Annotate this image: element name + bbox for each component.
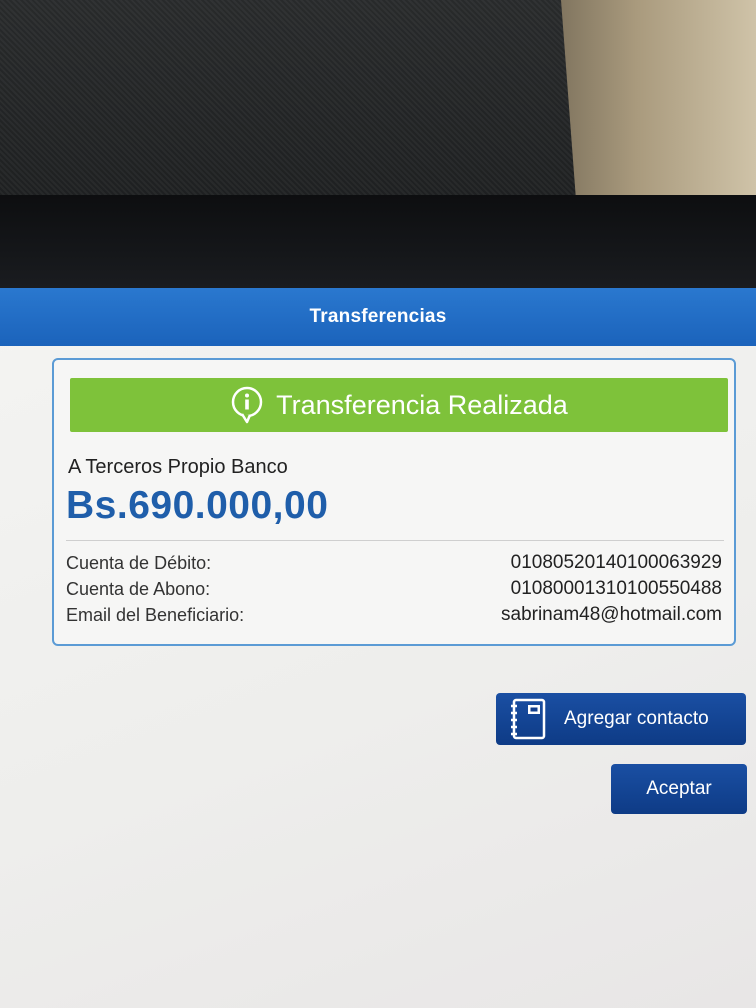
add-contact-label: Agregar contacto — [564, 708, 709, 729]
transfer-amount: Bs.690.000,00 — [66, 484, 329, 527]
detail-label: Cuenta de Abono: — [66, 578, 211, 599]
transfer-receipt-card: Transferencia Realizada A Terceros Propi… — [52, 358, 736, 646]
app-screen: Transferencias Transferencia Realizada A… — [0, 288, 756, 1008]
detail-value: sabrinam48@hotmail.com — [501, 604, 722, 625]
accept-label: Aceptar — [646, 778, 712, 799]
navbar: Transferencias — [0, 288, 756, 346]
address-book-icon — [511, 698, 546, 740]
add-contact-button[interactable]: Agregar contacto — [496, 693, 746, 745]
detail-value: 01080001310100550488 — [510, 578, 722, 599]
detail-row-credit-account: Cuenta de Abono: 01080001310100550488 — [66, 576, 722, 602]
device-bezel — [0, 195, 756, 295]
detail-label: Email del Beneficiario: — [66, 604, 245, 625]
success-banner: Transferencia Realizada — [70, 378, 728, 432]
page-title: Transferencias — [309, 306, 447, 327]
accept-button[interactable]: Aceptar — [611, 764, 747, 814]
transfer-type: A Terceros Propio Banco — [68, 456, 288, 478]
detail-row-beneficiary-email: Email del Beneficiario: sabrinam48@hotma… — [66, 602, 722, 628]
detail-value: 01080520140100063929 — [510, 552, 722, 573]
info-icon — [231, 386, 263, 424]
status-message: Transferencia Realizada — [276, 389, 568, 420]
detail-row-debit-account: Cuenta de Débito: 01080520140100063929 — [66, 550, 722, 576]
divider — [66, 540, 724, 541]
detail-label: Cuenta de Débito: — [66, 552, 212, 573]
